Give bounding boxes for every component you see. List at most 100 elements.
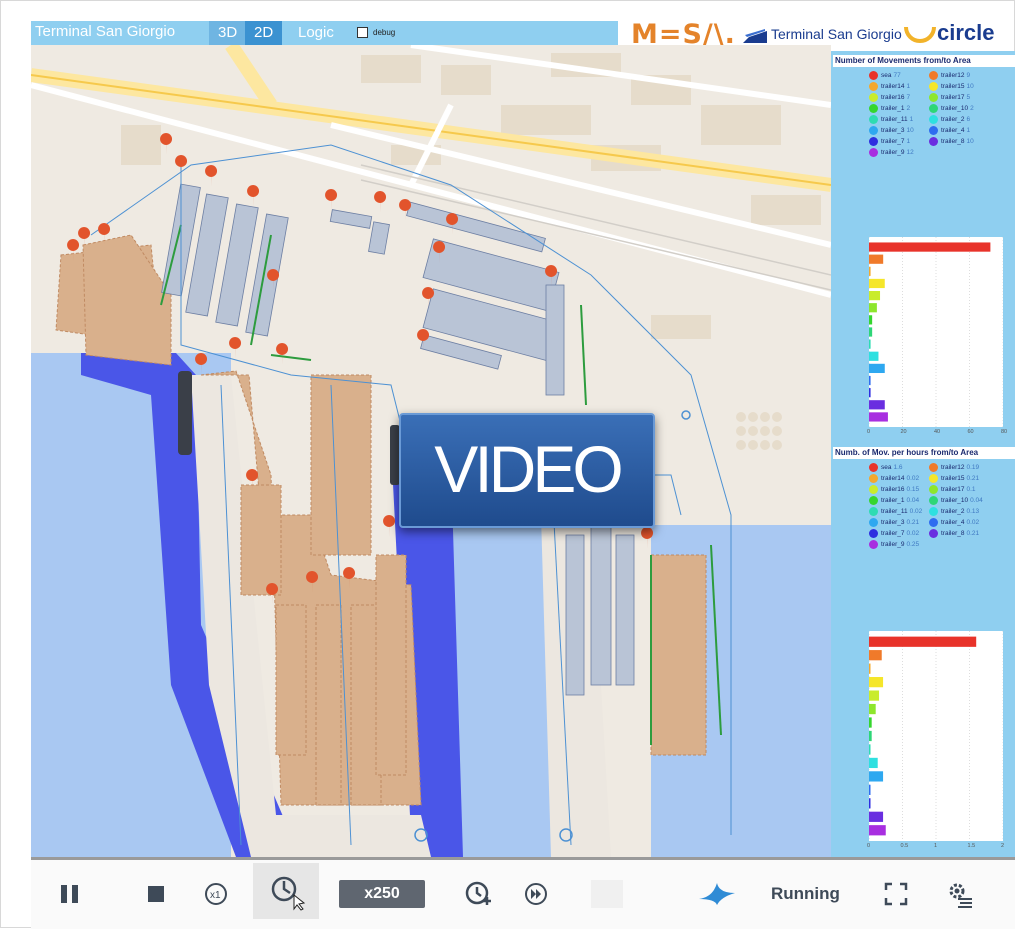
legend-item: trailer14 0.02 <box>869 474 919 483</box>
legend-swatch <box>929 82 938 91</box>
bar-trailer_10 <box>869 327 873 337</box>
x-tick-label: 2 <box>1001 843 1005 849</box>
legend-item: trailer_3 10 <box>869 126 914 135</box>
movements-bar-chart <box>868 237 1004 427</box>
bar-chart-svg <box>868 631 1004 841</box>
legend-value: 5 <box>966 94 971 102</box>
svg-text:x1: x1 <box>210 890 221 901</box>
legend-name: trailer_8 <box>941 138 965 146</box>
legend-value: 0.02 <box>909 508 923 516</box>
bar-trailer_1 <box>869 315 873 325</box>
legend-value: 0.1 <box>966 486 976 494</box>
app-title: Terminal San Giorgio <box>35 23 176 40</box>
logo-icon <box>699 883 735 905</box>
bar-sea <box>869 242 991 252</box>
legend-swatch <box>869 485 878 494</box>
legend-name: trailer_2 <box>941 116 965 124</box>
legend-item: trailer_7 1 <box>869 137 910 146</box>
legend-item: trailer_8 10 <box>929 137 974 146</box>
stop-button[interactable] <box>139 874 173 914</box>
legend-item: trailer_9 12 <box>869 148 914 157</box>
bar-trailer15 <box>869 677 884 688</box>
legend-swatch <box>929 137 938 146</box>
legend-value: 1 <box>906 83 911 91</box>
legend-item: trailer_1 0.04 <box>869 496 919 505</box>
simulation-toolbar: x1 x250 Running <box>31 857 1015 929</box>
legend-swatch <box>929 518 938 527</box>
pause-icon <box>61 885 78 903</box>
legend-name: trailer_7 <box>881 530 905 538</box>
legend-swatch <box>869 507 878 516</box>
legend-item: trailer15 10 <box>929 82 974 91</box>
tab-logic[interactable]: Logic <box>289 21 343 45</box>
legend-value: 1 <box>966 127 971 135</box>
bar-trailer_2 <box>869 351 879 361</box>
fast-forward-button[interactable] <box>519 874 553 914</box>
blank-button[interactable] <box>591 880 623 908</box>
speed-reset-button[interactable]: x1 <box>199 874 233 914</box>
fullscreen-button[interactable] <box>879 874 913 914</box>
legend-item: trailer12 9 <box>929 71 970 80</box>
legend-swatch <box>929 104 938 113</box>
legend-swatch <box>869 148 878 157</box>
legend-value: 0.19 <box>966 464 980 472</box>
legend-value: 6 <box>966 116 971 124</box>
legend-name: trailer17 <box>941 94 965 102</box>
legend-item: trailer_8 0.21 <box>929 529 979 538</box>
legend-swatch <box>869 540 878 549</box>
bar-trailer_1 <box>869 717 872 728</box>
legend-swatch <box>869 93 878 102</box>
legend-name: trailer16 <box>881 486 905 494</box>
bar-trailer_3 <box>869 363 885 374</box>
bar-trailer14 <box>869 266 871 276</box>
bar-trailer_3 <box>869 771 884 782</box>
stop-icon <box>148 886 164 902</box>
legend-name: trailer_4 <box>941 519 965 527</box>
simulation-status: Running <box>771 884 840 903</box>
settings-button[interactable] <box>943 874 977 914</box>
x-tick-label: 40 <box>934 429 941 435</box>
bar-trailer_8 <box>869 811 884 822</box>
circle-logo-icon <box>904 26 936 43</box>
stats-sidebar: Number of Movements from/to Area sea 77 tr… <box>831 51 1015 857</box>
legend-value: 0.15 <box>906 486 920 494</box>
speed-multiplier-button[interactable]: x250 <box>339 880 425 908</box>
legend-value: 12 <box>906 149 914 157</box>
bar-trailer_4 <box>869 375 871 386</box>
debug-label: debug <box>373 28 396 37</box>
video-overlay-badge: VIDEO <box>399 413 655 528</box>
time-increase-button[interactable] <box>461 874 495 914</box>
legend-value: 7 <box>906 94 911 102</box>
legend-name: trailer_1 <box>881 497 905 505</box>
legend-swatch <box>869 126 878 135</box>
legend-item: trailer_4 0.02 <box>929 518 979 527</box>
fullscreen-icon <box>884 882 908 906</box>
legend-swatch <box>929 115 938 124</box>
legend-item: trailer16 0.15 <box>869 485 919 494</box>
tab-2d[interactable]: 2D <box>245 21 283 45</box>
bar-trailer16 <box>869 290 881 301</box>
legend-item: sea 1.6 <box>869 463 903 472</box>
fast-forward-icon <box>525 883 547 905</box>
legend-item: trailer17 5 <box>929 93 970 102</box>
hourly-panel-title: Numb. of Mov. per hours from/to Area <box>833 447 1015 459</box>
legend-name: trailer_10 <box>941 105 969 113</box>
bar-trailer12 <box>869 650 882 661</box>
bar-trailer12 <box>869 254 884 264</box>
pause-button[interactable] <box>53 874 87 914</box>
legend-value: 10 <box>966 83 974 91</box>
bar-trailer_2 <box>869 757 878 769</box>
movements-panel: Number of Movements from/to Area sea 77 tr… <box>833 55 1015 439</box>
legend-name: trailer17 <box>941 486 965 494</box>
time-step-button[interactable] <box>253 863 319 919</box>
legend-value: 9 <box>966 72 971 80</box>
app-logo-button[interactable] <box>695 874 739 914</box>
legend-swatch <box>929 474 938 483</box>
hourly-panel: Numb. of Mov. per hours from/to Area sea… <box>833 447 1015 855</box>
legend-swatch <box>929 496 938 505</box>
tab-3d[interactable]: 3D <box>209 21 247 45</box>
legend-item: trailer_1 2 <box>869 104 910 113</box>
legend-item: trailer_9 0.25 <box>869 540 919 549</box>
x-tick-label: 80 <box>1001 429 1008 435</box>
debug-checkbox[interactable] <box>357 27 368 38</box>
